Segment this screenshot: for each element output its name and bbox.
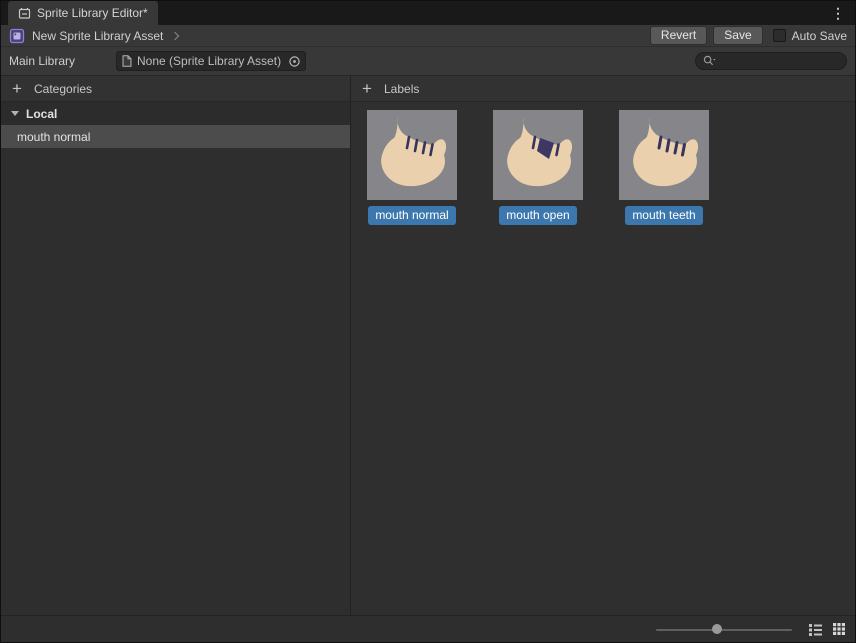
foldout-triangle-icon: [11, 111, 19, 116]
sprite-thumbnail-mouth-teeth[interactable]: [619, 110, 709, 200]
bottom-bar: [1, 615, 855, 642]
auto-save-label: Auto Save: [792, 29, 847, 43]
sprite-library-asset-icon: [9, 28, 25, 44]
add-label-button[interactable]: +: [359, 80, 375, 97]
search-icon: [703, 55, 716, 67]
view-mode-group: [807, 621, 847, 637]
categories-panel: + Categories Local mouth normal: [1, 76, 351, 615]
category-row-mouth-normal[interactable]: mouth normal: [1, 125, 350, 148]
categories-title: Categories: [34, 82, 92, 96]
list-view-icon[interactable]: [807, 621, 824, 637]
sprite-card-mouth-open: mouth open: [493, 110, 583, 225]
breadcrumb[interactable]: New Sprite Library Asset: [32, 29, 163, 43]
labels-title: Labels: [384, 82, 419, 96]
save-button[interactable]: Save: [713, 26, 762, 45]
labels-grid: mouth normal mouth open: [351, 102, 855, 615]
local-foldout-label: Local: [26, 107, 57, 121]
sprite-label-badge[interactable]: mouth normal: [368, 206, 455, 225]
toolbar: New Sprite Library Asset Revert Save Aut…: [1, 25, 855, 47]
sprite-card-mouth-teeth: mouth teeth: [619, 110, 709, 225]
main-library-row: Main Library None (Sprite Library Asset): [1, 47, 855, 75]
main-library-object-field[interactable]: None (Sprite Library Asset): [116, 51, 306, 71]
main-library-label: Main Library: [9, 54, 116, 68]
sprite-library-editor-icon: [18, 7, 31, 20]
tab-sprite-library-editor[interactable]: Sprite Library Editor*: [8, 1, 158, 25]
tab-title: Sprite Library Editor*: [37, 6, 148, 20]
local-foldout[interactable]: Local: [1, 102, 350, 125]
add-category-button[interactable]: +: [9, 80, 25, 97]
auto-save-checkbox[interactable]: [773, 29, 786, 42]
grid-view-icon[interactable]: [831, 621, 847, 637]
sprite-library-editor-window: Sprite Library Editor* ⋮ New Sprite Libr…: [0, 0, 856, 643]
zoom-slider[interactable]: [656, 616, 792, 643]
object-field-value: None (Sprite Library Asset): [137, 54, 282, 68]
sprite-label-badge[interactable]: mouth teeth: [625, 206, 702, 225]
category-row-label: mouth normal: [17, 130, 90, 144]
sprite-label-badge[interactable]: mouth open: [499, 206, 576, 225]
title-bar: Sprite Library Editor* ⋮: [1, 1, 855, 25]
categories-header: + Categories: [1, 76, 350, 102]
labels-header: + Labels: [351, 76, 855, 102]
toolbar-right-group: Revert Save Auto Save: [650, 26, 847, 45]
search-input[interactable]: [720, 54, 839, 68]
sprite-thumbnail-mouth-open[interactable]: [493, 110, 583, 200]
kebab-menu-icon[interactable]: ⋮: [828, 1, 848, 25]
zoom-slider-thumb[interactable]: [712, 624, 722, 634]
sprite-card-mouth-normal: mouth normal: [367, 110, 457, 225]
search-field[interactable]: [695, 52, 847, 70]
zoom-slider-track: [656, 629, 792, 631]
sprite-thumbnail-mouth-normal[interactable]: [367, 110, 457, 200]
document-icon: [122, 55, 132, 67]
panels: + Categories Local mouth normal + Labels: [1, 75, 855, 615]
labels-panel: + Labels mouth normal: [351, 76, 855, 615]
object-picker-icon[interactable]: [287, 54, 302, 69]
revert-button[interactable]: Revert: [650, 26, 707, 45]
breadcrumb-chevron-icon: [171, 31, 179, 39]
